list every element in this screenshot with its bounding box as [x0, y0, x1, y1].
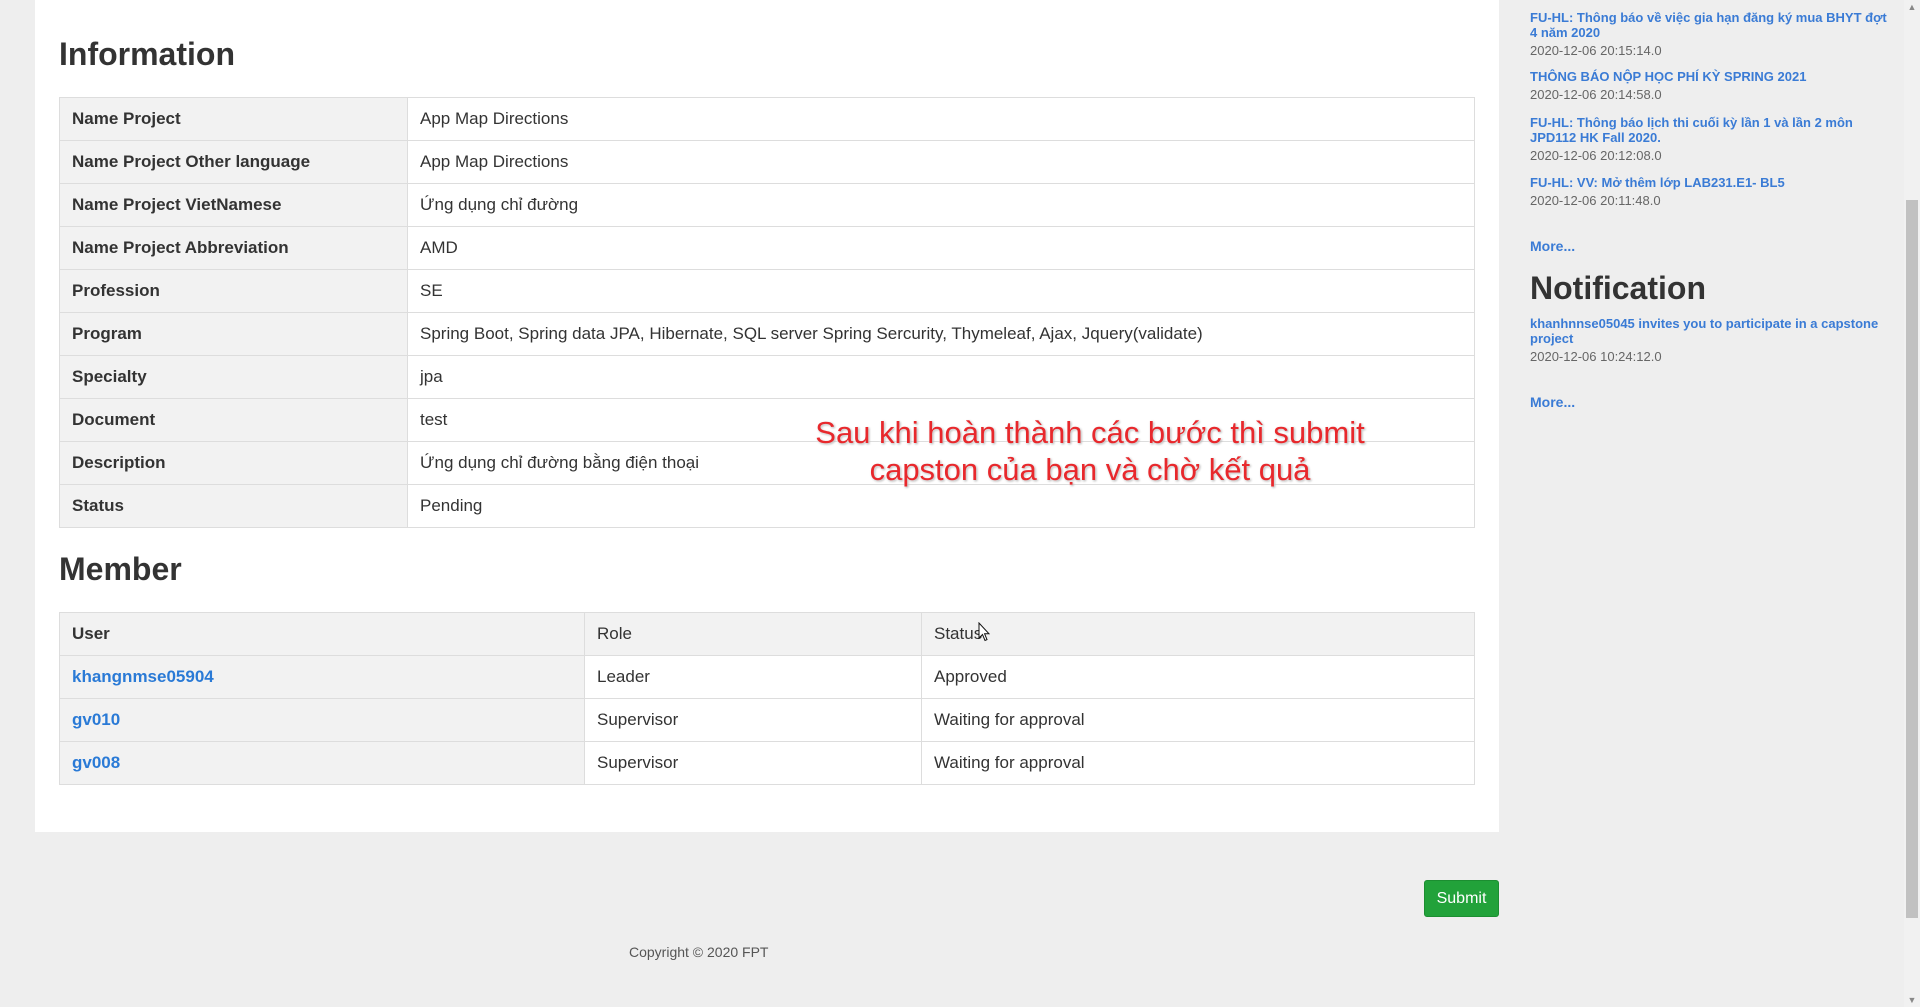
page-scrollbar[interactable]: ▲ ▼ [1904, 0, 1920, 1007]
chevron-up-icon[interactable]: ▲ [1904, 0, 1920, 14]
member-table: User Role Status khangnmse05904 Leader A… [59, 612, 1475, 785]
member-user-link[interactable]: gv010 [72, 710, 120, 729]
info-label: Program [59, 312, 408, 356]
info-row-profession: Profession SE [59, 269, 1475, 313]
overlay-caption-line: Sau khi hoàn thành các bước thì submit [815, 415, 1365, 450]
member-header-row: User Role Status [59, 612, 1475, 656]
notification-more-link[interactable]: More... [1530, 394, 1575, 410]
member-status: Approved [921, 655, 1475, 699]
info-row-name-project-vietnamese: Name Project VietNamese Ứng dụng chỉ đườ… [59, 183, 1475, 227]
info-label: Name Project Abbreviation [59, 226, 408, 270]
member-user-link[interactable]: khangnmse05904 [72, 667, 214, 686]
right-sidebar: FU-HL: Thông báo về việc gia hạn đăng ký… [1530, 0, 1900, 1007]
column-header-role: Role [584, 612, 922, 656]
info-label: Status [59, 484, 408, 528]
info-value: SE [407, 269, 1475, 313]
news-date: 2020-12-06 20:14:58.0 [1530, 87, 1662, 102]
notification-item: khanhnnse05045 invites you to participat… [1530, 316, 1895, 364]
member-role: Leader [584, 655, 922, 699]
member-role: Supervisor [584, 698, 922, 742]
tutorial-overlay-caption: Sau khi hoàn thành các bước thì submit c… [780, 414, 1400, 488]
news-link[interactable]: THÔNG BÁO NỘP HỌC PHÍ KỲ SPRING 2021 [1530, 69, 1895, 84]
info-value: Ứng dụng chỉ đường [407, 183, 1475, 227]
news-more-link[interactable]: More... [1530, 238, 1575, 254]
info-value: jpa [407, 355, 1475, 399]
info-value: App Map Directions [407, 97, 1475, 141]
member-row: gv008 Supervisor Waiting for approval [59, 741, 1475, 785]
information-heading: Information [59, 36, 235, 72]
news-item: FU-HL: Thông báo lịch thi cuối kỳ lần 1 … [1530, 115, 1895, 163]
info-row-abbreviation: Name Project Abbreviation AMD [59, 226, 1475, 270]
info-label: Document [59, 398, 408, 442]
info-value: Pending [407, 484, 1475, 528]
member-heading: Member [59, 551, 182, 587]
footer-copyright: Copyright © 2020 FPT [629, 944, 769, 960]
mouse-pointer-icon [978, 622, 990, 642]
info-label: Description [59, 441, 408, 485]
info-value: App Map Directions [407, 140, 1475, 184]
info-row-name-project: Name Project App Map Directions [59, 97, 1475, 141]
member-row: khangnmse05904 Leader Approved [59, 655, 1475, 699]
column-header-status: Status [921, 612, 1475, 656]
news-item: THÔNG BÁO NỘP HỌC PHÍ KỲ SPRING 2021 202… [1530, 69, 1895, 102]
info-row-status: Status Pending [59, 484, 1475, 528]
info-row-specialty: Specialty jpa [59, 355, 1475, 399]
info-row-name-project-other-language: Name Project Other language App Map Dire… [59, 140, 1475, 184]
news-link[interactable]: FU-HL: VV: Mở thêm lớp LAB231.E1- BL5 [1530, 175, 1895, 190]
chevron-down-icon[interactable]: ▼ [1904, 993, 1920, 1007]
member-status: Waiting for approval [921, 741, 1475, 785]
news-link[interactable]: FU-HL: Thông báo lịch thi cuối kỳ lần 1 … [1530, 115, 1895, 145]
column-header-user: User [59, 612, 585, 656]
info-label: Profession [59, 269, 408, 313]
news-item: FU-HL: Thông báo về việc gia hạn đăng ký… [1530, 10, 1895, 58]
news-date: 2020-12-06 20:11:48.0 [1530, 193, 1661, 208]
info-value: Spring Boot, Spring data JPA, Hibernate,… [407, 312, 1475, 356]
member-role: Supervisor [584, 741, 922, 785]
info-row-program: Program Spring Boot, Spring data JPA, Hi… [59, 312, 1475, 356]
notification-date: 2020-12-06 10:24:12.0 [1530, 349, 1662, 364]
info-label: Name Project VietNamese [59, 183, 408, 227]
info-label: Name Project [59, 97, 408, 141]
member-user-cell: khangnmse05904 [59, 655, 585, 699]
notification-link[interactable]: khanhnnse05045 invites you to participat… [1530, 316, 1895, 346]
news-date: 2020-12-06 20:12:08.0 [1530, 148, 1662, 163]
info-label: Specialty [59, 355, 408, 399]
notification-heading: Notification [1530, 270, 1706, 306]
member-status: Waiting for approval [921, 698, 1475, 742]
member-user-link[interactable]: gv008 [72, 753, 120, 772]
info-label: Name Project Other language [59, 140, 408, 184]
info-value: AMD [407, 226, 1475, 270]
submit-button[interactable]: Submit [1424, 880, 1499, 917]
news-date: 2020-12-06 20:15:14.0 [1530, 43, 1662, 58]
news-item: FU-HL: VV: Mở thêm lớp LAB231.E1- BL5 20… [1530, 175, 1895, 208]
overlay-caption-line: capston của bạn và chờ kết quả [869, 452, 1311, 487]
member-user-cell: gv008 [59, 741, 585, 785]
member-user-cell: gv010 [59, 698, 585, 742]
news-link[interactable]: FU-HL: Thông báo về việc gia hạn đăng ký… [1530, 10, 1895, 40]
member-row: gv010 Supervisor Waiting for approval [59, 698, 1475, 742]
scrollbar-thumb[interactable] [1906, 200, 1918, 918]
